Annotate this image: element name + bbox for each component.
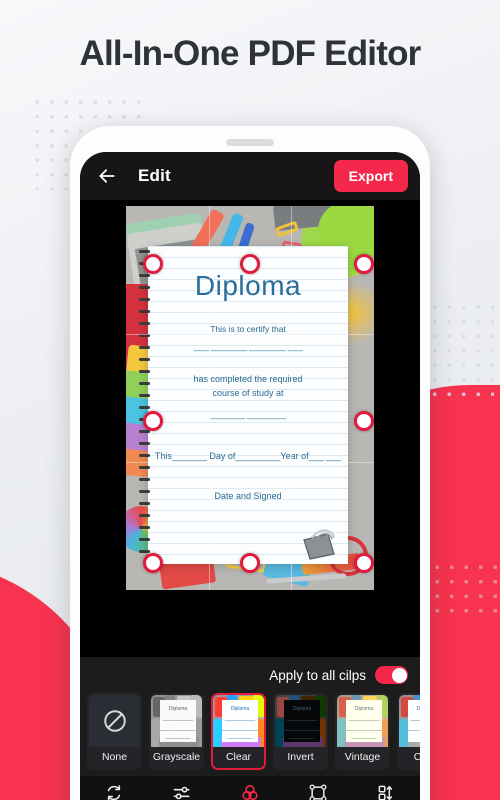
filter-item-none[interactable]: None: [87, 693, 142, 770]
filter-item-invert[interactable]: Diploma ___________ _____________ ______…: [273, 693, 328, 770]
filter-item-cinematic[interactable]: Diploma ___________ _____________ Cine: [397, 693, 420, 770]
toggle-knob: [391, 667, 407, 683]
app-header: Edit Export: [80, 152, 420, 200]
tool-filter[interactable]: Filter: [220, 783, 280, 800]
thumb-line: _________: [289, 734, 315, 740]
thumb-title: Diploma: [354, 706, 374, 712]
thumb-line: _____________: [346, 726, 383, 732]
diploma-course-line: course of study at: [212, 388, 284, 398]
bottom-toolbar: Rotat Adjust Filter: [80, 776, 420, 800]
preview-canvas: Diploma This is to certify that ------- …: [80, 200, 420, 657]
thumb-line: ___________: [162, 716, 194, 722]
handle-top-center[interactable]: [240, 253, 260, 274]
thumb-line: _____________: [408, 726, 420, 732]
thumb-sheet: Diploma ___________ _____________ ______…: [346, 700, 382, 742]
rotate-icon: [107, 784, 121, 800]
diploma-rule-1: ------- ----------------- --------------…: [193, 346, 303, 355]
thumb-title: Diploma: [292, 706, 312, 712]
thumb-line: _____________: [160, 726, 197, 732]
back-button[interactable]: [92, 161, 122, 191]
thumb-line: ___________: [348, 716, 380, 722]
diploma-title: Diploma: [194, 270, 302, 301]
filter-item-vintage[interactable]: Diploma ___________ _____________ ______…: [335, 693, 390, 770]
handle-middle-left[interactable]: [143, 411, 164, 432]
thumb-sheet: Diploma ___________ _____________ ______…: [284, 700, 320, 742]
arrow-left-icon: [99, 169, 115, 183]
filter-thumb-clear: Diploma ___________ _____________ ______…: [213, 695, 264, 747]
sliders-icon: [173, 786, 190, 799]
filter-label: None: [89, 747, 140, 768]
diploma-date-line: This_______ Day of_________Year of___ __…: [154, 451, 342, 461]
handle-top-left[interactable]: [143, 253, 164, 274]
decor-dot-grid-right-lower: [430, 560, 500, 620]
tool-sorting[interactable]: Sorting: [356, 783, 416, 800]
binder-clip-icon: [303, 529, 336, 560]
crop-icon: [309, 783, 327, 800]
thumb-title: Diploma: [230, 706, 250, 712]
filter-item-grayscale[interactable]: Diploma ___________ _____________ ______…: [149, 693, 204, 770]
phone-mockup: Edit Export Diploma This is to certify t…: [70, 126, 430, 800]
apply-to-all-label: Apply to all cilps: [269, 667, 366, 683]
diploma-sheet: Diploma This is to certify that ------- …: [139, 246, 348, 564]
filter-thumb-invert: Diploma ___________ _____________ ______…: [275, 695, 326, 747]
thumb-line: ___________: [410, 716, 420, 722]
phone-screen: Edit Export Diploma This is to certify t…: [80, 152, 420, 800]
filter-circles-icon: [242, 784, 258, 800]
filter-thumb-cinematic: Diploma ___________ _____________: [399, 695, 420, 747]
thumb-line: _________: [165, 734, 191, 740]
page-title: All-In-One PDF Editor: [79, 34, 422, 73]
diploma-rule-2: ---------------- ------------------: [210, 414, 286, 423]
handle-bottom-left[interactable]: [143, 553, 164, 574]
sorting-icon: [378, 785, 393, 800]
filter-label: Invert: [275, 747, 326, 768]
export-button[interactable]: Export: [333, 160, 408, 192]
document-photo[interactable]: Diploma This is to certify that ------- …: [126, 206, 374, 590]
tool-adjust[interactable]: Adjust: [152, 783, 212, 800]
thumb-sheet: Diploma ___________ _____________ ______…: [160, 700, 196, 742]
handle-top-right[interactable]: [354, 253, 374, 274]
filter-label: Grayscale: [151, 747, 202, 768]
filter-label: Clear: [213, 747, 264, 768]
filter-list[interactable]: None Diploma ___________ _____________ _…: [80, 693, 420, 772]
thumb-title: Diploma: [168, 706, 188, 712]
app-screen-title: Edit: [138, 166, 171, 185]
filter-item-clear[interactable]: Diploma ___________ _____________ ______…: [211, 693, 266, 770]
handle-middle-right[interactable]: [354, 411, 374, 432]
no-filter-icon: [103, 710, 126, 732]
diploma-signed-line: Date and Signed: [214, 491, 282, 501]
filter-label: Vintage: [337, 747, 388, 768]
diploma-certify-line: This is to certify that: [210, 324, 286, 334]
filter-panel: Apply to all cilps None Diploma ________…: [80, 657, 420, 776]
thumb-line: ___________: [224, 716, 256, 722]
thumb-title: Diploma: [408, 706, 420, 712]
thumb-sheet: Diploma ___________ _____________ ______…: [222, 700, 258, 742]
phone-speaker: [226, 139, 274, 146]
thumb-line: _________: [227, 734, 253, 740]
handle-bottom-center[interactable]: [240, 553, 260, 574]
filter-label: Cine: [399, 747, 420, 768]
filter-thumb-vintage: Diploma ___________ _____________ ______…: [337, 695, 388, 747]
tool-rotate[interactable]: Rotat: [84, 783, 144, 800]
tool-crop[interactable]: Crop: [288, 783, 348, 800]
diploma-completed-line: has completed the required: [193, 374, 303, 384]
handle-bottom-right[interactable]: [354, 553, 374, 574]
thumb-line: _____________: [284, 726, 321, 732]
thumb-sheet: Diploma ___________ _____________: [408, 700, 420, 742]
thumb-line: _____________: [222, 726, 259, 732]
filter-thumb-grayscale: Diploma ___________ _____________ ______…: [151, 695, 202, 747]
thumb-line: _________: [351, 734, 377, 740]
filter-thumb-none: [89, 695, 140, 747]
apply-to-all-toggle[interactable]: [375, 666, 408, 684]
apply-to-all-row: Apply to all cilps: [80, 666, 420, 693]
thumb-line: ___________: [286, 716, 318, 722]
